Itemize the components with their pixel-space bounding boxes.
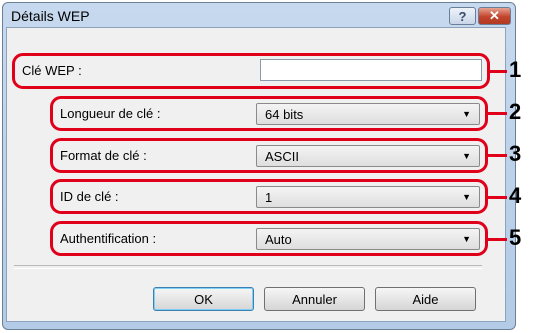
key-length-value: 64 bits (265, 107, 304, 122)
key-length-label: Longueur de clé : (60, 106, 161, 121)
callout-line-5 (488, 238, 507, 241)
callout-number-1: 1 (509, 57, 522, 82)
ok-button[interactable]: OK (153, 287, 254, 311)
authentication-label: Authentification : (60, 231, 157, 246)
key-id-label: ID de clé : (60, 189, 119, 204)
key-id-value: 1 (265, 190, 273, 205)
callout-line-1 (490, 70, 507, 73)
key-format-value: ASCII (265, 149, 299, 164)
callout-number-3: 3 (509, 141, 522, 166)
wep-key-label: Clé WEP : (22, 63, 82, 78)
dropdown-arrow-icon: ▼ (462, 234, 471, 244)
callout-number-2: 2 (509, 99, 522, 124)
callout-number-5: 5 (509, 225, 522, 250)
key-format-select[interactable]: ASCII ▼ (256, 145, 480, 167)
help-button[interactable]: Aide (375, 287, 476, 311)
dropdown-arrow-icon: ▼ (462, 151, 471, 161)
key-length-select[interactable]: 64 bits ▼ (256, 103, 480, 125)
dropdown-arrow-icon: ▼ (462, 109, 471, 119)
close-icon[interactable]: ✕ (478, 7, 511, 25)
wep-key-input[interactable] (260, 59, 482, 81)
callout-line-4 (488, 196, 507, 199)
key-format-label: Format de clé : (60, 148, 147, 163)
callout-line-2 (488, 112, 507, 115)
dialog-title: Détails WEP (11, 8, 90, 24)
help-icon[interactable]: ? (449, 7, 476, 25)
key-id-select[interactable]: 1 ▼ (256, 186, 480, 208)
callout-number-4: 4 (509, 183, 522, 208)
callout-line-3 (488, 154, 507, 157)
dropdown-arrow-icon: ▼ (462, 192, 471, 202)
title-bar[interactable]: Détails WEP ? ✕ (3, 3, 515, 29)
authentication-value: Auto (265, 232, 292, 247)
authentication-select[interactable]: Auto ▼ (256, 228, 480, 250)
separator (14, 265, 482, 269)
cancel-button[interactable]: Annuler (264, 287, 365, 311)
